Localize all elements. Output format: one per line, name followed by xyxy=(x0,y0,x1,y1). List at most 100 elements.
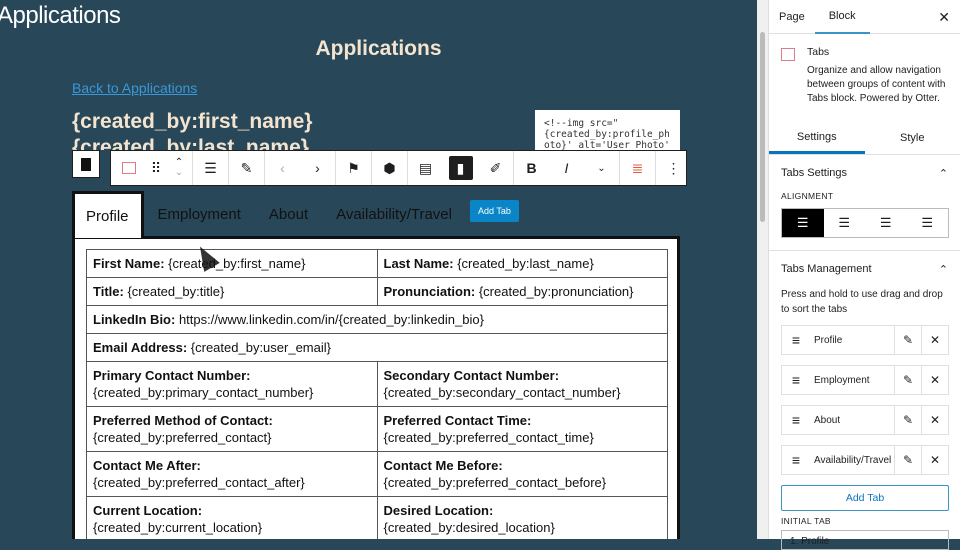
back-link[interactable]: Back to Applications xyxy=(72,80,197,96)
table-row: Preferred Method of Contact: {created_by:… xyxy=(87,407,668,452)
pencil-icon[interactable]: ✎ xyxy=(229,151,264,185)
align-right-icon[interactable]: ☰ xyxy=(865,209,907,237)
delete-icon[interactable]: ✕ xyxy=(921,406,948,434)
tab-block[interactable]: Block xyxy=(815,0,870,34)
table-cell[interactable]: LinkedIn Bio: https://www.linkedin.com/i… xyxy=(87,306,668,334)
tab-availability-travel[interactable]: Availability/Travel xyxy=(322,192,466,237)
page-icon[interactable]: ▮ xyxy=(443,151,478,185)
table-cell[interactable]: Email Address: {created_by:user_email} xyxy=(87,334,668,362)
table-cell[interactable]: Primary Contact Number:{created_by:prima… xyxy=(87,362,378,407)
close-icon[interactable]: ✕ xyxy=(938,9,950,26)
database-icon[interactable]: ≣ xyxy=(620,151,655,185)
first-name-heading[interactable]: {created_by:first_name} xyxy=(72,110,312,134)
settings-sidebar: Page Block ✕ Tabs Organize and allow nav… xyxy=(768,0,960,539)
drag-handle-icon[interactable]: ≡ xyxy=(782,332,810,348)
delete-icon[interactable]: ✕ xyxy=(921,446,948,474)
profile-table: First Name: {created_by:first_name}Last … xyxy=(86,249,668,539)
tab-list-item[interactable]: ≡About✎✕ xyxy=(781,405,949,435)
field-label: Preferred Method of Contact: xyxy=(93,413,273,428)
select-parent-button[interactable] xyxy=(72,150,100,178)
prev-icon[interactable]: ‹ xyxy=(265,151,300,185)
bold-icon[interactable]: B xyxy=(514,151,549,185)
scrollbar[interactable] xyxy=(757,0,768,539)
table-cell[interactable]: Last Name: {created_by:last_name} xyxy=(377,250,668,278)
tab-employment[interactable]: Employment xyxy=(144,192,255,237)
table-cell[interactable]: Preferred Method of Contact:{created_by:… xyxy=(87,407,378,452)
align-icon[interactable]: ☰ xyxy=(193,151,228,185)
tab-style[interactable]: Style xyxy=(865,122,960,154)
tab-list-item[interactable]: ≡Availability/Travel✎✕ xyxy=(781,445,949,475)
last-name-heading[interactable]: {created_by:last_name} xyxy=(72,136,309,150)
table-cell[interactable]: Secondary Contact Number: {created_by:sec… xyxy=(377,362,668,407)
chevron-up-icon: ⌃ xyxy=(939,167,948,180)
field-value: {created_by:first_name} xyxy=(165,256,306,271)
drag-handle-icon[interactable]: ≡ xyxy=(782,372,810,388)
drag-handle-icon[interactable]: ≡ xyxy=(782,452,810,468)
field-value: {created_by:last_name} xyxy=(454,256,594,271)
tabs-management-header[interactable]: Tabs Management⌃ xyxy=(769,251,960,287)
add-tab-button[interactable]: Add Tab xyxy=(470,200,519,222)
edit-icon[interactable]: ✐ xyxy=(478,151,513,185)
field-value: {created_by:desired_location} xyxy=(384,520,555,535)
tab-about[interactable]: About xyxy=(255,192,322,237)
chevron-down-icon[interactable]: ⌄ xyxy=(584,151,619,185)
hexagon-icon[interactable]: ⬢ xyxy=(372,151,407,185)
delete-icon[interactable]: ✕ xyxy=(921,366,948,394)
italic-icon[interactable]: I xyxy=(549,151,584,185)
table-row: Primary Contact Number:{created_by:prima… xyxy=(87,362,668,407)
table-cell[interactable]: Desired Location:{created_by:desired_loc… xyxy=(377,497,668,540)
align-center-icon[interactable]: ☰ xyxy=(824,209,866,237)
initial-tab-select[interactable]: 1. Profile xyxy=(781,530,949,550)
field-label: Last Name: xyxy=(384,256,454,271)
tabs-settings-header[interactable]: Tabs Settings⌃ xyxy=(769,155,960,191)
move-up-down-icon[interactable]: ⌃⌄ xyxy=(166,151,192,185)
field-label: Contact Me Before: xyxy=(384,458,503,473)
next-icon[interactable]: › xyxy=(300,151,335,185)
field-value: {created_by:preferred_contact_after} xyxy=(93,475,305,490)
tab-item-label: Availability/Travel xyxy=(810,455,894,466)
add-tab-button[interactable]: Add Tab xyxy=(781,485,949,511)
table-cell[interactable]: Contact Me Before:{created_by:preferred_… xyxy=(377,452,668,497)
edit-icon[interactable]: ✎ xyxy=(894,366,921,394)
field-label: Title: xyxy=(93,284,124,299)
tab-settings[interactable]: Settings xyxy=(769,122,865,154)
field-value: {created_by:primary_contact_number} xyxy=(93,385,313,400)
align-justify-icon[interactable]: ☰ xyxy=(907,209,949,237)
field-label: Secondary Contact Number: xyxy=(384,368,560,383)
table-cell[interactable]: Title: {created_by:title} xyxy=(87,278,378,306)
site-title: Applications xyxy=(0,2,120,30)
columns-icon[interactable]: ▤ xyxy=(408,151,443,185)
edit-icon[interactable]: ✎ xyxy=(894,406,921,434)
field-value: {created_by:secondary_contact_number} xyxy=(384,385,621,400)
tab-list-item[interactable]: ≡Profile✎✕ xyxy=(781,325,949,355)
more-options-icon[interactable]: ⋮ xyxy=(656,151,691,185)
editor-canvas: Applications Applications Back to Applic… xyxy=(0,0,757,539)
page-icon xyxy=(81,158,91,171)
field-value: {created_by:preferred_contact_time} xyxy=(384,430,594,445)
drag-handle-icon[interactable]: ⠿ xyxy=(146,151,166,185)
table-cell[interactable]: Contact Me After:{created_by:preferred_c… xyxy=(87,452,378,497)
field-label: LinkedIn Bio: xyxy=(93,312,175,327)
delete-icon[interactable]: ✕ xyxy=(921,326,948,354)
edit-icon[interactable]: ✎ xyxy=(894,326,921,354)
table-cell[interactable]: Preferred Contact Time:{created_by:prefe… xyxy=(377,407,668,452)
code-block[interactable]: <!--img src=" {created_by:profile_ph oto… xyxy=(535,110,680,152)
initial-tab-label: Initial Tab xyxy=(769,516,960,526)
tab-item-label: Employment xyxy=(810,375,894,386)
flag-icon[interactable]: ⚑ xyxy=(336,151,371,185)
table-row: LinkedIn Bio: https://www.linkedin.com/i… xyxy=(87,306,668,334)
table-cell[interactable]: Pronunciation: {created_by:pronunciation… xyxy=(377,278,668,306)
tab-profile[interactable]: Profile xyxy=(72,191,144,238)
table-cell[interactable]: Current Location:{created_by:current_loc… xyxy=(87,497,378,540)
align-left-icon[interactable]: ☰ xyxy=(782,209,824,237)
table-cell[interactable]: First Name: {created_by:first_name} xyxy=(87,250,378,278)
tab-page[interactable]: Page xyxy=(769,0,815,34)
drag-handle-icon[interactable]: ≡ xyxy=(782,412,810,428)
tab-list-item[interactable]: ≡Employment✎✕ xyxy=(781,365,949,395)
page-title[interactable]: Applications xyxy=(0,37,757,61)
field-label: Current Location: xyxy=(93,503,202,518)
tabs-block-icon[interactable] xyxy=(111,151,146,185)
tab-panel: First Name: {created_by:first_name}Last … xyxy=(72,236,680,539)
edit-icon[interactable]: ✎ xyxy=(894,446,921,474)
table-row: Title: {created_by:title}Pronunciation: … xyxy=(87,278,668,306)
